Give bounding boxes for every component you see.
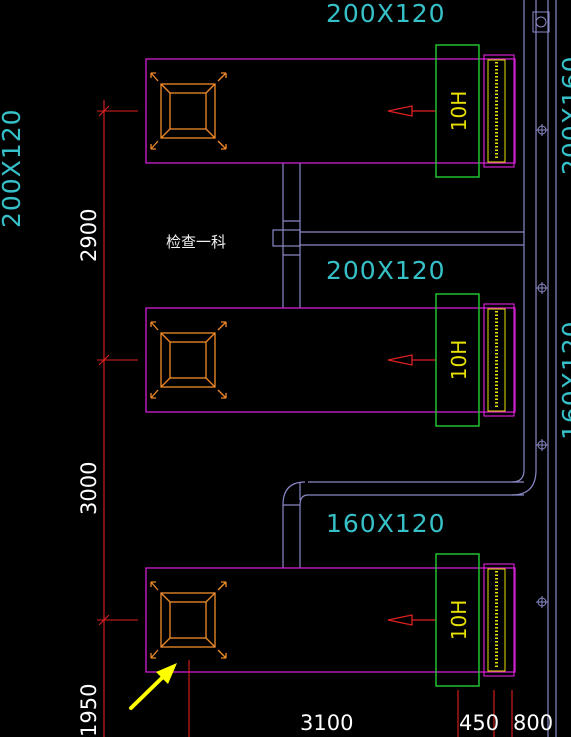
cad-drawing-canvas: 10H 10H 10H 200X120 200X120 160X120 200X… [0,0,571,737]
pipe-markers [536,124,548,608]
duct-label-right-partial-a: 200X160 [557,55,571,175]
dimension-450: 450 [459,711,499,735]
unit-label: 10H [447,340,471,381]
duct-label-top: 200X120 [326,0,446,28]
vertical-dimension-line [97,100,138,737]
inspection-note: 检查一科 [166,233,226,251]
branch-ducts [272,163,524,568]
dimension-800: 800 [513,711,553,735]
unit-label: 10H [447,600,471,641]
dimension-3000: 3000 [77,462,101,515]
diffuser-icon [150,321,227,399]
main-trunk-duct [511,0,557,737]
room-3: 10H [145,553,516,687]
duct-label-middle: 200X120 [326,256,446,285]
airflow-arrow-icon [387,614,413,626]
return-grille-icon [483,54,515,168]
unit-label: 10H [447,91,471,132]
airflow-arrow-icon [387,354,413,366]
return-grille-icon [483,563,515,677]
annotation-arrow-icon [129,663,177,710]
duct-label-right-partial-b: 160X120 [557,320,571,440]
dimension-1950: 1950 [77,684,101,737]
diffuser-icon [150,581,227,659]
duct-label-left-vertical: 200X120 [0,108,26,228]
room-2: 10H [145,293,516,427]
duct-label-bottom: 160X120 [326,509,446,538]
diffuser-icon [150,72,227,150]
dimension-3100: 3100 [300,711,353,735]
airflow-arrow-icon [387,105,413,117]
dimension-2900: 2900 [77,209,101,262]
valve-symbol [535,16,547,28]
return-grille-icon [483,303,515,417]
room-1: 10H [145,44,516,178]
